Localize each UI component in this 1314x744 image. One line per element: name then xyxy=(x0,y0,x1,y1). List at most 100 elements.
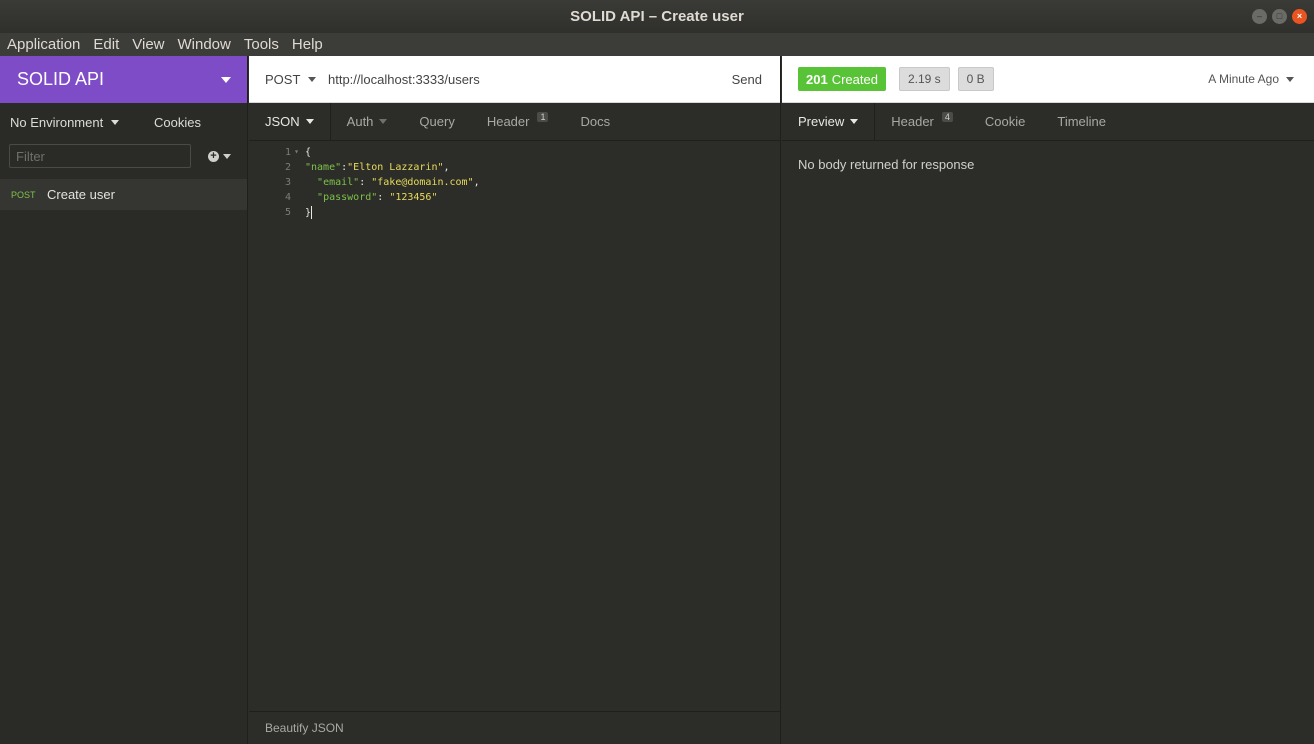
status-text: Created xyxy=(831,71,878,87)
window-title: SOLID API – Create user xyxy=(570,8,744,25)
code-text: "name":"Elton Lazzarin", xyxy=(299,162,450,173)
window-controls: – □ × xyxy=(1252,9,1307,24)
json-string: "Elton Lazzarin" xyxy=(347,162,444,173)
chevron-down-icon xyxy=(305,119,314,124)
response-age: A Minute Ago xyxy=(1208,72,1279,86)
json-string: "fake@domain.com" xyxy=(371,177,474,188)
json-punctuation xyxy=(305,192,317,203)
editor-footer: Beautify JSON xyxy=(249,711,780,744)
response-pane: 201 Created 2.19 s 0 B A Minute Ago Prev… xyxy=(782,56,1314,744)
close-icon[interactable]: × xyxy=(1292,9,1307,24)
plus-circle-icon: + xyxy=(208,150,219,162)
menu-edit[interactable]: Edit xyxy=(93,36,119,53)
menu-window[interactable]: Window xyxy=(178,36,231,53)
tab-response-header-label: Header xyxy=(891,114,934,129)
request-pane: POST Send JSON Auth Query Header 1 Docs 1… xyxy=(249,56,781,744)
tab-docs-label: Docs xyxy=(580,114,611,129)
response-header-count-badge: 4 xyxy=(941,111,953,122)
code-line: 2 "name":"Elton Lazzarin", xyxy=(249,160,780,175)
tab-header[interactable]: Header 1 xyxy=(471,103,565,140)
url-input[interactable] xyxy=(328,71,732,87)
code-text: { xyxy=(299,147,311,158)
menu-tools[interactable]: Tools xyxy=(244,36,279,53)
beautify-json-button[interactable]: Beautify JSON xyxy=(265,721,344,735)
menu-help[interactable]: Help xyxy=(292,36,323,53)
json-punctuation: , xyxy=(443,162,450,173)
response-tabs: Preview Header 4 Cookie Timeline xyxy=(782,103,1314,141)
fold-icon[interactable]: ▾ xyxy=(294,147,299,156)
response-time-badge: 2.19 s xyxy=(898,67,950,91)
response-body: No body returned for response xyxy=(782,141,1314,188)
response-status-bar: 201 Created 2.19 s 0 B A Minute Ago xyxy=(782,56,1314,103)
environment-row: No Environment Cookies xyxy=(0,103,247,141)
line-number: 3 xyxy=(249,177,299,188)
code-text: } xyxy=(299,206,313,219)
json-string: "123456" xyxy=(389,192,438,203)
window-titlebar: SOLID API – Create user – □ × xyxy=(0,0,1314,33)
environment-selector[interactable]: No Environment xyxy=(10,114,120,130)
line-number: 1 ▾ xyxy=(249,147,299,158)
json-punctuation: : xyxy=(359,177,372,188)
method-selector[interactable]: POST xyxy=(265,72,328,87)
tab-header-label: Header xyxy=(486,114,530,129)
request-method-badge: POST xyxy=(11,189,36,200)
filter-input[interactable] xyxy=(9,144,191,168)
cookies-button[interactable]: Cookies xyxy=(154,115,201,130)
line-number-text: 5 xyxy=(284,207,291,218)
tab-query-label: Query xyxy=(419,114,455,129)
json-key: "name" xyxy=(305,162,342,173)
chevron-down-icon xyxy=(379,119,388,124)
json-body-editor[interactable]: 1 ▾{2 "name":"Elton Lazzarin", 3 "email": "… xyxy=(249,141,780,220)
json-punctuation: : xyxy=(377,192,390,203)
request-name: Create user xyxy=(47,187,115,202)
menubar: Application Edit View Window Tools Help xyxy=(0,33,1314,56)
json-punctuation: , xyxy=(473,177,480,188)
tab-response-header[interactable]: Header 4 xyxy=(875,103,969,140)
tab-query[interactable]: Query xyxy=(403,103,470,140)
tab-timeline-label: Timeline xyxy=(1057,114,1107,129)
line-number: 2 xyxy=(249,162,299,173)
tab-cookie[interactable]: Cookie xyxy=(969,103,1041,140)
json-punctuation xyxy=(305,177,317,188)
chevron-down-icon xyxy=(221,76,231,83)
line-number-text: 2 xyxy=(284,162,291,173)
chevron-down-icon xyxy=(1286,76,1294,82)
tab-cookie-label: Cookie xyxy=(984,114,1026,129)
json-key: "email" xyxy=(317,177,360,188)
environment-label: No Environment xyxy=(10,114,104,130)
status-code: 201 xyxy=(806,71,828,87)
url-bar: POST Send xyxy=(249,56,780,103)
tab-auth[interactable]: Auth xyxy=(331,103,404,140)
menu-view[interactable]: View xyxy=(132,36,164,53)
tab-docs[interactable]: Docs xyxy=(564,103,626,140)
code-text: "email": "fake@domain.com", xyxy=(299,177,480,188)
text-cursor xyxy=(311,206,313,219)
code-line: 4 "password": "123456" xyxy=(249,190,780,205)
status-badge: 201 Created xyxy=(798,67,886,91)
line-number: 5 xyxy=(249,207,299,218)
code-line: 1 ▾ { xyxy=(249,145,780,160)
response-size-badge: 0 B xyxy=(957,67,994,91)
menu-application[interactable]: Application xyxy=(7,36,80,53)
response-history-selector[interactable]: A Minute Ago xyxy=(1208,72,1294,86)
tab-auth-label: Auth xyxy=(346,114,374,129)
add-request-button[interactable]: + xyxy=(208,150,231,162)
tab-preview[interactable]: Preview xyxy=(782,103,876,140)
sidebar: SOLID API No Environment Cookies + POST … xyxy=(0,56,248,744)
send-button[interactable]: Send xyxy=(732,72,762,87)
maximize-icon[interactable]: □ xyxy=(1272,9,1287,24)
minimize-icon[interactable]: – xyxy=(1252,9,1267,24)
code-line: 3 "email": "fake@domain.com", xyxy=(249,175,780,190)
line-number-text: 1 xyxy=(284,147,291,158)
tab-timeline[interactable]: Timeline xyxy=(1041,103,1122,140)
response-empty-message: No body returned for response xyxy=(798,157,975,172)
json-key: "password" xyxy=(317,192,378,203)
workspace-menu[interactable]: SOLID API xyxy=(0,56,247,103)
tab-body-label: JSON xyxy=(265,114,300,129)
method-label: POST xyxy=(265,71,301,87)
sidebar-item-create-user[interactable]: POST Create user xyxy=(0,179,247,210)
json-punctuation: { xyxy=(305,147,312,158)
tab-body[interactable]: JSON xyxy=(249,103,331,140)
chevron-down-icon xyxy=(111,119,120,125)
code-text: "password": "123456" xyxy=(299,192,437,203)
